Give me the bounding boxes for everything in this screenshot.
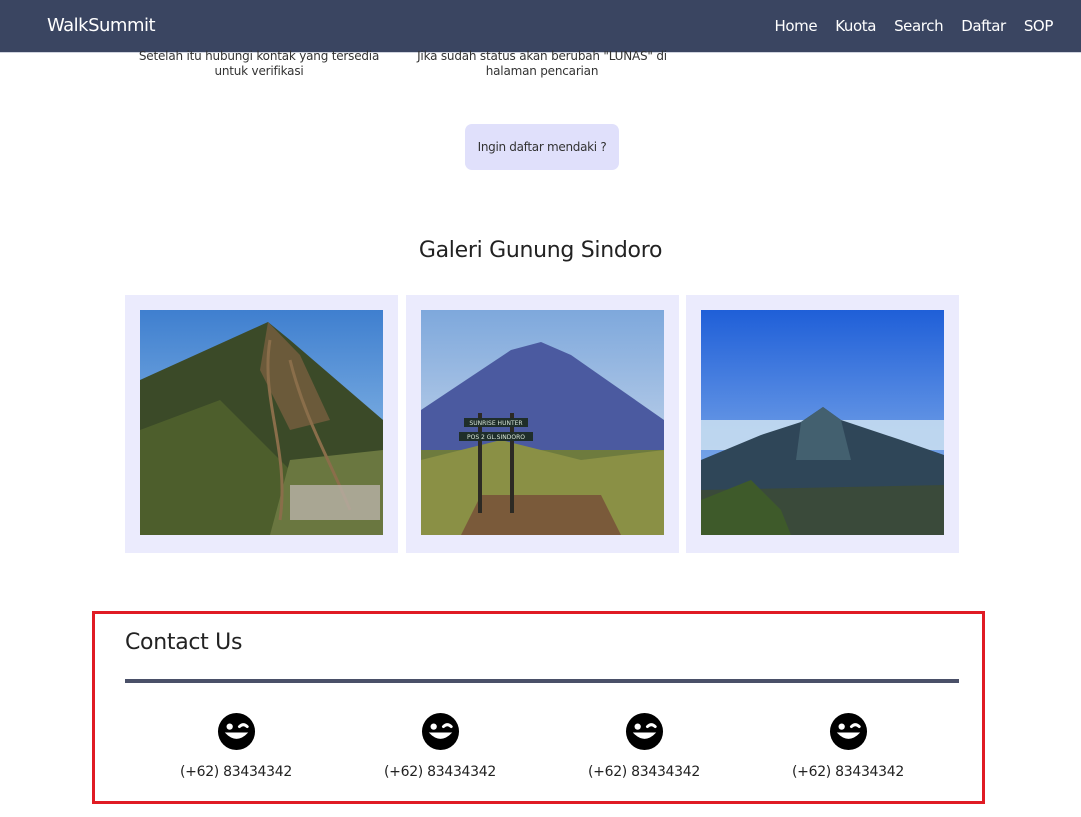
signpost-line-1: SUNRISE HUNTER [469,420,522,427]
wink-smile-icon [421,712,459,751]
contact-item: (+62) 83434342 [768,712,928,780]
step-text-status: Jika sudah status akan berubah "LUNAS" d… [417,49,667,78]
contact-phone[interactable]: (+62) 83434342 [360,764,520,780]
nav-links: Home Kuota Search Daftar SOP [775,17,1054,35]
gallery-card-1 [125,295,398,553]
nav-search-link[interactable]: Search [894,17,944,35]
contact-item: (+62) 83434342 [360,712,520,780]
nav-daftar-link[interactable]: Daftar [961,17,1006,35]
nav-home-link[interactable]: Home [775,17,818,35]
navbar: WalkSummit Home Kuota Search Daftar SOP [0,0,1081,53]
wink-smile-icon [217,712,255,751]
contact-phone[interactable]: (+62) 83434342 [156,764,316,780]
contact-item: (+62) 83434342 [156,712,316,780]
gallery-title: Galeri Gunung Sindoro [418,238,663,263]
gallery-card-3 [686,295,959,553]
step-text-verification: Setelah itu hubungi kontak yang tersedia… [138,49,380,78]
gallery-card-2: SUNRISE HUNTER POS 2 GL.SINDORO [406,295,679,553]
contact-phone[interactable]: (+62) 83434342 [564,764,724,780]
signpost-line-2: POS 2 GL.SINDORO [467,434,525,441]
contact-item: (+62) 83434342 [564,712,724,780]
wink-smile-icon [625,712,663,751]
register-hike-button[interactable]: Ingin daftar mendaki ? [465,124,619,170]
gallery-image-peak-view[interactable] [701,310,944,535]
nav-sop-link[interactable]: SOP [1024,17,1054,35]
contact-phone[interactable]: (+62) 83434342 [768,764,928,780]
wink-smile-icon [829,712,867,751]
gallery-image-mountain-slope[interactable] [140,310,383,535]
nav-kuota-link[interactable]: Kuota [835,17,876,35]
brand-logo[interactable]: WalkSummit [47,15,156,36]
contact-title: Contact Us [125,630,243,655]
gallery-image-signpost[interactable]: SUNRISE HUNTER POS 2 GL.SINDORO [421,310,664,535]
contact-divider [125,679,959,683]
